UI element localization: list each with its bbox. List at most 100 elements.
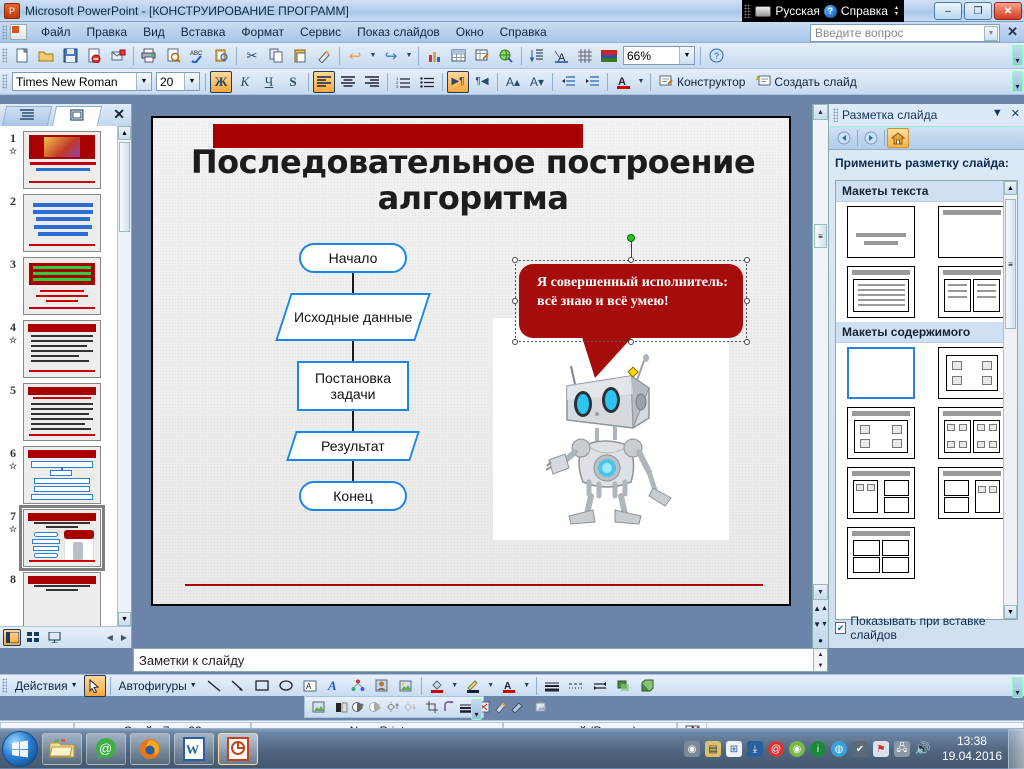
- clip-art-icon[interactable]: [371, 675, 393, 697]
- help-circle-icon[interactable]: ?: [823, 4, 837, 18]
- recolor-icon[interactable]: [493, 696, 508, 718]
- toolbar-options-button[interactable]: ▾: [1012, 45, 1023, 66]
- font-color-dropdown-icon[interactable]: ▼: [522, 675, 532, 697]
- layout-title-and-2-content[interactable]: [937, 407, 1006, 459]
- redo-icon[interactable]: ↪: [380, 45, 402, 67]
- layout-content[interactable]: [937, 347, 1006, 399]
- menu-item-edit[interactable]: Правка: [79, 23, 136, 41]
- taskbar-app-firefox[interactable]: [130, 732, 170, 765]
- draw-actions-button[interactable]: Действия ▼: [10, 675, 83, 697]
- show-formatting-icon[interactable]: A: [550, 45, 572, 67]
- slide-editing-area[interactable]: Последовательное построение алгоритма На…: [133, 104, 828, 648]
- list-item[interactable]: 6 ☆: [0, 441, 117, 504]
- taskbar-app-explorer[interactable]: [42, 732, 82, 765]
- font-size-combo[interactable]: 20 ▼: [156, 72, 200, 91]
- new-icon[interactable]: [11, 45, 33, 67]
- menu-item-window[interactable]: Окно: [448, 23, 492, 41]
- notes-pane[interactable]: Заметки к слайду ▲ ▼: [133, 648, 828, 672]
- formatting-toolbar-grip[interactable]: [2, 74, 7, 89]
- language-bar-grip[interactable]: [744, 4, 752, 18]
- layout-gallery-scrollbar[interactable]: ▲ ≡ ▼: [1003, 181, 1017, 619]
- design-button[interactable]: Конструктор: [654, 71, 750, 93]
- list-item[interactable]: 2: [0, 189, 117, 252]
- help-circle-icon[interactable]: ?: [705, 45, 727, 67]
- scroll-up-button[interactable]: ▲: [1004, 181, 1017, 195]
- text-box-icon[interactable]: A: [299, 675, 321, 697]
- italic-button[interactable]: К: [234, 71, 256, 93]
- taskbar-app-word[interactable]: W: [174, 732, 214, 765]
- resize-handle-sw[interactable]: [512, 339, 518, 345]
- font-color-icon[interactable]: A: [498, 675, 520, 697]
- menu-item-view[interactable]: Вид: [135, 23, 173, 41]
- list-item[interactable]: 1 ☆: [0, 126, 117, 189]
- bold-button[interactable]: Ж: [210, 70, 232, 93]
- info-icon[interactable]: i: [809, 741, 826, 757]
- chevron-down-icon[interactable]: ▼: [679, 47, 694, 64]
- line-style-icon[interactable]: [541, 675, 563, 697]
- current-slide[interactable]: Последовательное построение алгоритма На…: [151, 116, 791, 606]
- slide-title[interactable]: Последовательное построение алгоритма: [171, 144, 775, 216]
- color-scheme-icon[interactable]: [598, 45, 620, 67]
- slides-tab[interactable]: [51, 106, 103, 126]
- new-slide-button[interactable]: Создать слайд: [750, 71, 861, 93]
- slide-sorter-view-button[interactable]: [24, 629, 42, 646]
- print-preview-icon[interactable]: [162, 45, 184, 67]
- slide-thumbnail[interactable]: [23, 446, 101, 504]
- paste-icon[interactable]: [289, 45, 311, 67]
- layout-title-and-text[interactable]: [847, 266, 916, 318]
- arrow-icon[interactable]: [227, 675, 249, 697]
- flowchart[interactable]: Начало Исходные данные Постановка задачи…: [263, 243, 443, 511]
- taskbar-app-powerpoint[interactable]: [218, 732, 258, 765]
- chevron-down-icon[interactable]: ▼: [71, 682, 78, 689]
- usb-safe-remove-icon[interactable]: ✔: [851, 741, 868, 757]
- list-item[interactable]: 3: [0, 252, 117, 315]
- rtl-text-button[interactable]: ¶◀: [471, 71, 493, 93]
- flowchart-shape-output[interactable]: Результат: [286, 431, 420, 461]
- font-color-dropdown-icon[interactable]: ▼: [636, 71, 646, 93]
- nvidia-icon[interactable]: ◉: [788, 741, 805, 757]
- home-icon[interactable]: [887, 128, 909, 148]
- layout-item[interactable]: [836, 403, 927, 463]
- standard-toolbar-grip[interactable]: [2, 48, 7, 63]
- slide-thumbnail[interactable]: [23, 383, 101, 441]
- chart-icon[interactable]: [423, 45, 445, 67]
- volume-icon[interactable]: 🔊: [915, 741, 931, 757]
- list-item[interactable]: 5: [0, 378, 117, 441]
- task-pane-grip[interactable]: [833, 108, 838, 122]
- forward-icon[interactable]: [860, 128, 882, 148]
- shadow-button[interactable]: S: [282, 71, 304, 93]
- flowchart-shape-input[interactable]: Исходные данные: [275, 293, 431, 341]
- layout-title-and-4-content[interactable]: [847, 527, 916, 579]
- windows-icon[interactable]: ⊞: [725, 741, 742, 757]
- layout-item[interactable]: [836, 202, 927, 262]
- minimize-button[interactable]: –: [934, 2, 962, 20]
- autoshapes-button[interactable]: Автофигуры ▼: [114, 675, 202, 697]
- menu-item-format[interactable]: Формат: [233, 23, 292, 41]
- 3d-style-icon[interactable]: [637, 675, 659, 697]
- slide-thumbnail-list[interactable]: 1 ☆ 2 3 4 ☆ 5 6 ☆ 7 ☆ 8: [0, 126, 117, 626]
- undo-dropdown-icon[interactable]: ▼: [368, 45, 378, 67]
- show-desktop-button[interactable]: [1008, 729, 1024, 769]
- checkbox-icon[interactable]: ✔: [835, 622, 847, 634]
- document-icon[interactable]: [10, 24, 27, 40]
- keyboard-icon[interactable]: [755, 5, 772, 17]
- research-icon[interactable]: [210, 45, 232, 67]
- toolbar-options-button[interactable]: ▾: [1012, 71, 1023, 92]
- language-bar[interactable]: Русская ? Справка ▴ ▾: [742, 0, 904, 22]
- undo-icon[interactable]: ↩: [344, 45, 366, 67]
- content-layouts-grid[interactable]: [836, 343, 1017, 583]
- list-item[interactable]: 4 ☆: [0, 315, 117, 378]
- resize-handle-w[interactable]: [512, 298, 518, 304]
- speech-callout[interactable]: Я совершенный исполнитель: всё знаю и вс…: [512, 234, 750, 378]
- slide-thumbnail[interactable]: [23, 131, 101, 189]
- expand-all-icon[interactable]: [526, 45, 548, 67]
- back-icon[interactable]: [833, 128, 855, 148]
- copy-icon[interactable]: [265, 45, 287, 67]
- align-center-button[interactable]: [337, 71, 359, 93]
- clipboard-icon[interactable]: ▤: [704, 741, 721, 757]
- close-icon[interactable]: ✕: [1007, 24, 1018, 40]
- line-color-icon[interactable]: [462, 675, 484, 697]
- resize-handle-s[interactable]: [628, 339, 634, 345]
- cut-icon[interactable]: ✂: [241, 45, 263, 67]
- select-browse-object-button[interactable]: ●: [813, 632, 828, 648]
